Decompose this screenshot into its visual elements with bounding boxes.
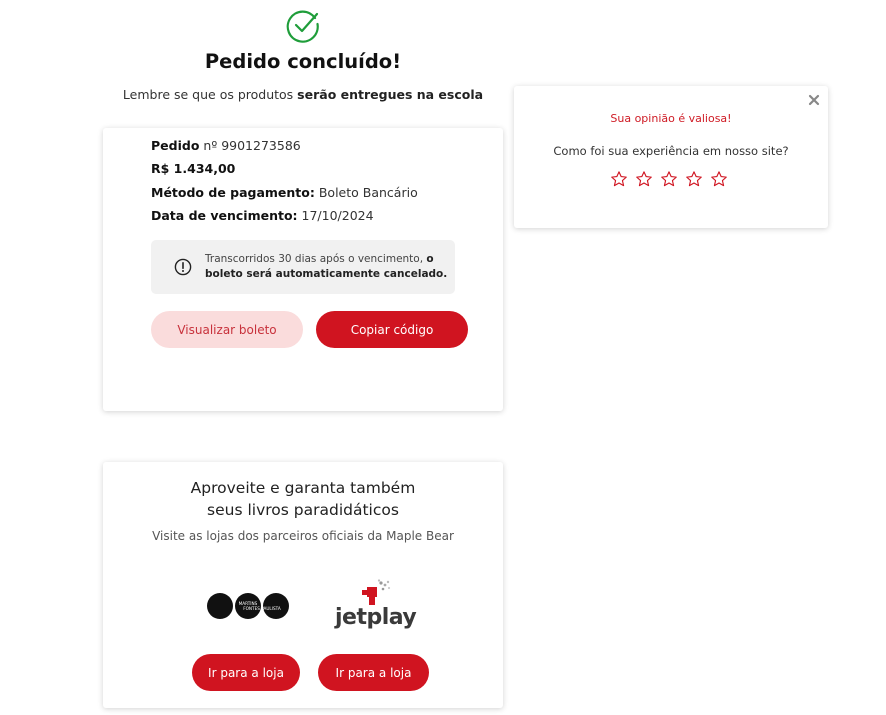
page-subtitle: Lembre se que os produtos serão entregue… (103, 87, 503, 102)
feedback-popup: Sua opinião é valiosa! Como foi sua expe… (514, 86, 828, 228)
martins-store-button[interactable]: Ir para a loja (192, 654, 300, 691)
jetplay-symbol (362, 579, 391, 605)
info-icon (174, 258, 192, 276)
check-circle-icon (286, 10, 319, 43)
svg-text:FONTES PAULISTA: FONTES PAULISTA (243, 606, 281, 611)
page-title: Pedido concluído! (204, 50, 402, 73)
order-total: R$ 1.434,00 (151, 161, 236, 176)
star-1-icon[interactable] (610, 170, 628, 188)
view-boleto-button[interactable]: Visualizar boleto (151, 311, 303, 348)
due-value: 17/10/2024 (301, 208, 374, 223)
jetplay-wordmark: jetplay (335, 605, 417, 630)
partners-card: Aproveite e garanta também seus livros p… (103, 462, 503, 708)
feedback-title: Sua opinião é valiosa! (610, 112, 732, 125)
subtitle-emphasis: serão entregues na escola (297, 87, 484, 102)
star-5-icon[interactable] (710, 170, 728, 188)
due-label: Data de vencimento: (151, 208, 298, 223)
order-summary-card: Pedido nº 9901273586 R$ 1.434,00 Método … (103, 128, 503, 411)
martins-fontes-logo[interactable]: MARTINS FONTES PAULISTA (206, 592, 290, 620)
feedback-question: Como foi sua experiência em nosso site? (553, 144, 789, 158)
payment-label: Método de pagamento: (151, 185, 315, 200)
due-date-line: Data de vencimento: 17/10/2024 (151, 208, 374, 223)
copy-code-button[interactable]: Copiar código (316, 311, 468, 348)
order-label: Pedido (151, 138, 200, 153)
jetplay-logo[interactable]: jetplay (335, 579, 417, 633)
star-2-icon[interactable] (635, 170, 653, 188)
subtitle-text: Lembre se que os produtos (122, 87, 298, 102)
jetplay-store-button[interactable]: Ir para a loja (318, 654, 429, 691)
star-4-icon[interactable] (685, 170, 703, 188)
cancellation-notice: Transcorridos 30 dias após o vencimento,… (151, 240, 455, 294)
partners-title: Aproveite e garanta também seus livros p… (190, 479, 416, 519)
payment-method-line: Método de pagamento: Boleto Bancário (151, 185, 418, 200)
close-icon[interactable] (808, 94, 820, 106)
star-rating (610, 170, 728, 188)
order-number: nº 9901273586 (203, 138, 301, 153)
payment-value: Boleto Bancário (318, 185, 418, 200)
notice-text: Transcorridos 30 dias após o vencimento,… (205, 253, 448, 280)
partners-subtitle: Visite as lojas dos parceiros oficiais d… (152, 529, 454, 543)
order-number-line: Pedido nº 9901273586 (151, 138, 301, 153)
star-3-icon[interactable] (660, 170, 678, 188)
